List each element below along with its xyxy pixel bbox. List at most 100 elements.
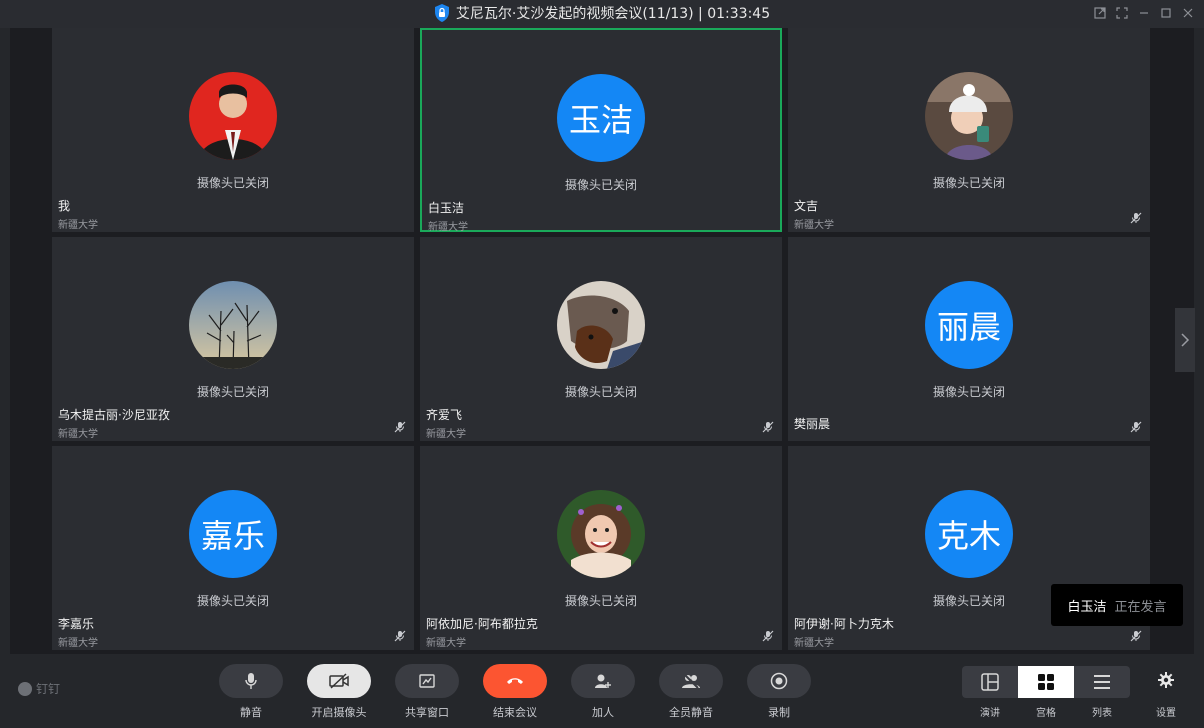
view-list-label: 列表 bbox=[1092, 708, 1112, 719]
participant-name: 我 bbox=[58, 199, 71, 213]
speaker-layout-icon bbox=[981, 673, 999, 691]
muted-mic-icon bbox=[394, 421, 406, 433]
popout-icon[interactable] bbox=[1092, 4, 1108, 22]
mute-button[interactable]: 静音 bbox=[219, 664, 283, 724]
hang-up-icon bbox=[507, 678, 523, 684]
mute-all-icon bbox=[682, 673, 700, 689]
layout-switcher bbox=[962, 666, 1130, 698]
muted-mic-icon bbox=[1130, 212, 1142, 224]
muted-mic-icon bbox=[762, 421, 774, 433]
participant-name: 白玉洁 bbox=[428, 201, 465, 215]
muted-mic-icon bbox=[1130, 630, 1142, 642]
participant-tile[interactable]: 摄像头已关闭我新疆大学 bbox=[52, 28, 414, 232]
participant-tile[interactable]: 摄像头已关闭文吉新疆大学 bbox=[788, 28, 1150, 232]
end-meeting-button[interactable]: 结束会议 bbox=[483, 664, 547, 724]
participant-tile[interactable]: 玉洁摄像头已关闭白玉洁新疆大学 bbox=[420, 28, 782, 233]
participant-avatar: 丽晨 bbox=[925, 281, 1013, 369]
brand-logo: 钉钉 bbox=[18, 680, 60, 697]
camera-status: 摄像头已关闭 bbox=[196, 385, 269, 399]
participant-name: 阿伊谢·阿卜力克木 bbox=[794, 617, 894, 631]
minimize-icon[interactable] bbox=[1136, 4, 1152, 22]
camera-status: 摄像头已关闭 bbox=[564, 385, 637, 399]
participant-org: 新疆大学 bbox=[794, 638, 834, 649]
mute-all-label: 全员静音 bbox=[669, 706, 713, 719]
participant-name: 文吉 bbox=[794, 199, 819, 213]
participant-avatar: 玉洁 bbox=[557, 74, 645, 162]
participant-tile[interactable]: 丽晨摄像头已关闭樊丽晨 bbox=[788, 237, 1150, 441]
participant-tile[interactable]: 摄像头已关闭阿依加尼·阿布都拉克 新疆大学 bbox=[420, 446, 782, 650]
camera-status: 摄像头已关闭 bbox=[932, 385, 1005, 399]
brand-name: 钉钉 bbox=[36, 682, 61, 696]
title-bar: 艾尼瓦尔·艾沙发起的视频会议(11/13) | 01:33:45 bbox=[0, 0, 1204, 28]
list-layout-icon bbox=[1094, 675, 1110, 689]
participant-name: 乌木提古丽·沙尼亚孜 bbox=[58, 408, 170, 422]
share-label: 共享窗口 bbox=[405, 706, 449, 719]
camera-status: 摄像头已关闭 bbox=[932, 176, 1005, 190]
view-speaker-button[interactable] bbox=[962, 666, 1018, 698]
muted-mic-icon bbox=[1130, 421, 1142, 433]
close-icon[interactable] bbox=[1180, 4, 1196, 22]
camera-off-icon bbox=[329, 673, 349, 689]
participant-org: 新疆大学 bbox=[58, 429, 98, 440]
mute-all-button[interactable]: 全员静音 bbox=[659, 664, 723, 724]
participant-name: 李嘉乐 bbox=[58, 617, 95, 631]
participant-org: 新疆大学 bbox=[426, 429, 466, 440]
muted-mic-icon bbox=[762, 630, 774, 642]
camera-status: 摄像头已关闭 bbox=[196, 176, 269, 190]
participant-name: 樊丽晨 bbox=[794, 417, 831, 431]
camera-status: 摄像头已关闭 bbox=[564, 594, 637, 608]
record-label: 录制 bbox=[768, 706, 790, 719]
participant-tile[interactable]: 摄像头已关闭乌木提古丽·沙尼亚孜 新疆大学 bbox=[52, 237, 414, 441]
end-meeting-label: 结束会议 bbox=[493, 706, 537, 719]
participant-avatar bbox=[557, 281, 645, 369]
microphone-icon bbox=[245, 673, 257, 689]
shield-lock-icon bbox=[434, 4, 449, 22]
participant-avatar bbox=[925, 72, 1013, 160]
maximize-icon[interactable] bbox=[1158, 4, 1174, 22]
fullscreen-icon[interactable] bbox=[1114, 4, 1130, 22]
participant-org: 新疆大学 bbox=[426, 638, 466, 649]
dingtalk-logo-icon bbox=[18, 681, 32, 696]
camera-on-button[interactable]: 开启摄像头 bbox=[307, 664, 371, 724]
view-list-button[interactable] bbox=[1074, 666, 1130, 698]
participant-tile[interactable]: 嘉乐摄像头已关闭李嘉乐新疆大学 bbox=[52, 446, 414, 650]
participant-name: 齐爱飞 bbox=[426, 408, 463, 422]
meeting-toolbar: 钉钉 静音 开启摄像头 共享窗口 结束会议 加人 全员静音 录制 演讲 宫格 列… bbox=[0, 654, 1204, 728]
grid-layout-icon bbox=[1038, 674, 1054, 690]
participant-avatar bbox=[189, 281, 277, 369]
participant-org: 新疆大学 bbox=[58, 638, 98, 649]
video-grid: 摄像头已关闭我新疆大学 玉洁 摄像头已关闭 白玉洁 新疆大学 摄像头已关闭 文吉 新疆大学 摄像… bbox=[10, 28, 1194, 654]
speaker-status: 正在发言 bbox=[1114, 599, 1167, 615]
view-grid-button[interactable] bbox=[1018, 666, 1074, 698]
record-icon bbox=[770, 672, 788, 690]
view-speaker-label: 演讲 bbox=[980, 708, 1000, 719]
share-window-icon bbox=[419, 674, 435, 688]
muted-mic-icon bbox=[394, 630, 406, 642]
settings-button[interactable] bbox=[1152, 672, 1180, 692]
speaking-indicator: 白玉洁 正在发言 bbox=[1051, 584, 1183, 626]
settings-label: 设置 bbox=[1156, 708, 1176, 719]
record-button[interactable]: 录制 bbox=[747, 664, 811, 724]
participant-avatar: 嘉乐 bbox=[189, 490, 277, 578]
participant-org: 新疆大学 bbox=[428, 222, 468, 233]
add-person-button[interactable]: 加人 bbox=[571, 664, 635, 724]
participant-org: 新疆大学 bbox=[58, 220, 98, 231]
add-person-icon bbox=[595, 674, 611, 688]
add-person-label: 加人 bbox=[592, 706, 614, 719]
participant-avatar bbox=[189, 72, 277, 160]
camera-label: 开启摄像头 bbox=[311, 706, 367, 719]
share-window-button[interactable]: 共享窗口 bbox=[395, 664, 459, 724]
gear-icon bbox=[1158, 672, 1174, 688]
camera-status: 摄像头已关闭 bbox=[196, 594, 269, 608]
participant-tile[interactable]: 摄像头已关闭齐爱飞新疆大学 bbox=[420, 237, 782, 441]
camera-status: 摄像头已关闭 bbox=[564, 178, 637, 192]
participant-org: 新疆大学 bbox=[794, 220, 834, 231]
speaker-name: 白玉洁 bbox=[1067, 599, 1107, 615]
participant-name: 阿依加尼·阿布都拉克 bbox=[426, 617, 538, 631]
next-page-chevron-icon[interactable] bbox=[1175, 308, 1195, 372]
view-grid-label: 宫格 bbox=[1036, 708, 1056, 719]
window-title: 艾尼瓦尔·艾沙发起的视频会议(11/13) | 01:33:45 bbox=[455, 6, 771, 22]
participant-avatar bbox=[557, 490, 645, 578]
mute-label: 静音 bbox=[240, 706, 262, 719]
participant-avatar: 克木 bbox=[925, 490, 1013, 578]
